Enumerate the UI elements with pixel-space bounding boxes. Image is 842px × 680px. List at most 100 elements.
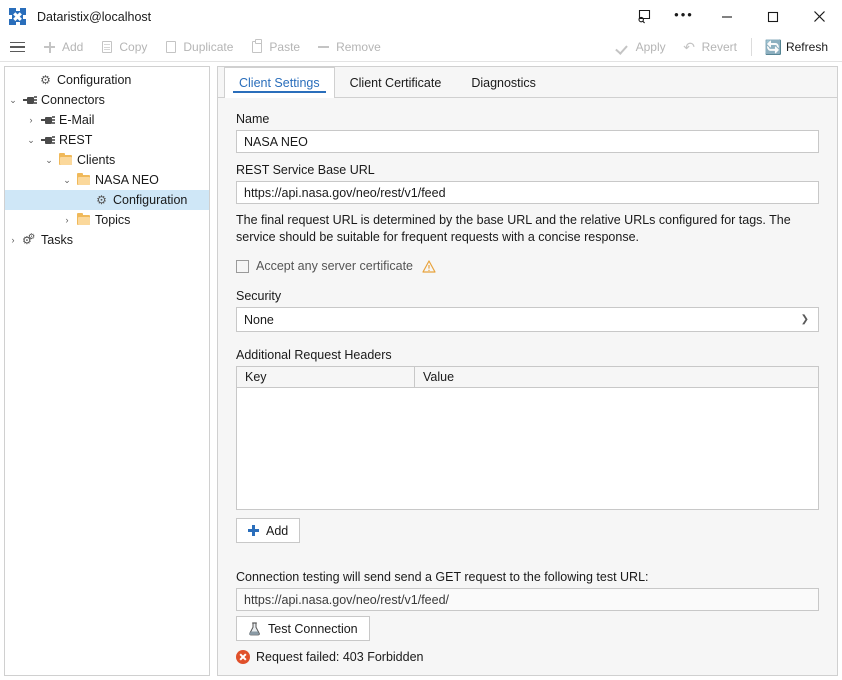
toolbar-copy-label: Copy bbox=[119, 40, 148, 54]
error-circle-icon bbox=[236, 650, 250, 664]
toolbar-refresh-label: Refresh bbox=[785, 40, 828, 54]
pane-splitter[interactable] bbox=[210, 66, 217, 676]
tree-item-connectors[interactable]: ⌄ Connectors bbox=[5, 90, 209, 110]
minus-icon bbox=[316, 40, 331, 55]
tree-twisty-collapsed[interactable]: › bbox=[59, 215, 75, 225]
tree-item-rest[interactable]: ⌄ REST bbox=[5, 130, 209, 150]
toolbar-apply-button[interactable]: Apply bbox=[608, 33, 674, 61]
table-header-row: Key Value bbox=[237, 367, 818, 388]
gear-icon: ⚙ bbox=[40, 73, 51, 87]
toolbar-duplicate-label: Duplicate bbox=[183, 40, 234, 54]
tab-client-certificate[interactable]: Client Certificate bbox=[335, 67, 457, 97]
content-panel: Client Settings Client Certificate Diagn… bbox=[217, 66, 838, 676]
toolbar-duplicate-button[interactable]: Duplicate bbox=[155, 33, 241, 61]
client-settings-form: Name NASA NEO REST Service Base URL http… bbox=[218, 98, 837, 675]
toolbar-add-button[interactable]: Add bbox=[34, 33, 91, 61]
tasks-icon: ⚙ ⚙ bbox=[22, 231, 36, 247]
tree-item-clients[interactable]: ⌄ Clients bbox=[5, 150, 209, 170]
security-select[interactable]: None ❯ bbox=[236, 307, 819, 332]
name-input[interactable]: NASA NEO bbox=[236, 130, 819, 153]
plus-icon bbox=[248, 525, 259, 536]
request-headers-table[interactable]: Key Value bbox=[236, 366, 819, 510]
headers-label: Additional Request Headers bbox=[236, 348, 392, 362]
toolbar-separator bbox=[750, 38, 752, 56]
tree-twisty-collapsed[interactable]: › bbox=[23, 115, 39, 125]
copy-icon bbox=[99, 40, 114, 55]
hamburger-menu-icon[interactable] bbox=[0, 33, 34, 61]
test-connection-button[interactable]: Test Connection bbox=[236, 616, 370, 641]
tree-item-nasa-neo[interactable]: ⌄ NASA NEO bbox=[5, 170, 209, 190]
table-body-empty[interactable] bbox=[237, 388, 818, 509]
base-url-help-text: The final request URL is determined by t… bbox=[236, 213, 791, 244]
gear-icon: ⚙ bbox=[96, 193, 107, 207]
toolbar-revert-button[interactable]: ↶ Revert bbox=[674, 33, 745, 61]
duplicate-icon bbox=[163, 40, 178, 55]
tree-twisty-expanded[interactable]: ⌄ bbox=[41, 155, 57, 166]
connection-result-row: Request failed: 403 Forbidden bbox=[236, 650, 819, 664]
name-input-value: NASA NEO bbox=[244, 134, 308, 149]
toolbar-copy-button[interactable]: Copy bbox=[91, 33, 155, 61]
add-header-button[interactable]: Add bbox=[236, 518, 301, 543]
folder-icon bbox=[75, 172, 92, 185]
accept-certificate-checkbox[interactable] bbox=[236, 259, 249, 273]
tree-item-label: REST bbox=[59, 133, 93, 147]
tree-item-label: Configuration bbox=[57, 73, 132, 87]
maximize-icon[interactable] bbox=[750, 0, 796, 33]
more-options-label: ••• bbox=[674, 7, 694, 22]
navigation-tree[interactable]: ⚙ Configuration ⌄ Connectors › E-Mail ⌄ … bbox=[4, 66, 210, 676]
tree-item-label: E-Mail bbox=[59, 113, 95, 127]
tab-bar: Client Settings Client Certificate Diagn… bbox=[218, 67, 837, 98]
tree-item-configuration-selected[interactable]: ⚙ Configuration bbox=[5, 190, 209, 210]
test-url-field[interactable]: https://api.nasa.gov/neo/rest/v1/feed/ bbox=[236, 588, 819, 611]
add-header-label: Add bbox=[266, 523, 289, 538]
main-body: ⚙ Configuration ⌄ Connectors › E-Mail ⌄ … bbox=[0, 62, 842, 680]
toolbar-paste-label: Paste bbox=[269, 40, 301, 54]
tree-item-email[interactable]: › E-Mail bbox=[5, 110, 209, 130]
folder-icon bbox=[57, 152, 74, 165]
folder-icon bbox=[75, 212, 92, 225]
name-label: Name bbox=[236, 112, 270, 126]
connector-icon bbox=[39, 116, 56, 125]
test-info-text: Connection testing will send send a GET … bbox=[236, 570, 649, 584]
tree-twisty-expanded[interactable]: ⌄ bbox=[59, 175, 75, 186]
refresh-icon: 🔄 bbox=[764, 39, 783, 55]
close-icon[interactable] bbox=[796, 0, 842, 33]
window-title: Dataristix@localhost bbox=[37, 9, 152, 24]
window-caption-buttons: ••• bbox=[624, 0, 842, 33]
tree-twisty-collapsed[interactable]: › bbox=[5, 235, 21, 245]
base-url-input[interactable]: https://api.nasa.gov/neo/rest/v1/feed bbox=[236, 181, 819, 204]
tree-item-label: Topics bbox=[95, 213, 131, 227]
toolbar-paste-button[interactable]: Paste bbox=[241, 33, 308, 61]
tree-item-topics[interactable]: › Topics bbox=[5, 210, 209, 230]
test-url-value: https://api.nasa.gov/neo/rest/v1/feed/ bbox=[244, 592, 449, 607]
title-bar: ✖ Dataristix@localhost ••• bbox=[0, 0, 842, 33]
toolbar-add-label: Add bbox=[62, 40, 84, 54]
column-header-value[interactable]: Value bbox=[415, 367, 818, 387]
toolbar-remove-button[interactable]: Remove bbox=[308, 33, 389, 61]
base-url-label: REST Service Base URL bbox=[236, 163, 375, 177]
toolbar-refresh-button[interactable]: 🔄 Refresh bbox=[758, 33, 836, 61]
security-label: Security bbox=[236, 289, 282, 303]
tab-diagnostics[interactable]: Diagnostics bbox=[456, 67, 551, 97]
snip-tool-icon[interactable] bbox=[624, 0, 664, 33]
tree-twisty-expanded[interactable]: ⌄ bbox=[23, 135, 39, 146]
connector-icon bbox=[39, 136, 56, 145]
tree-item-configuration-root[interactable]: ⚙ Configuration bbox=[5, 70, 209, 90]
tree-item-label: Tasks bbox=[41, 233, 73, 247]
accept-certificate-row[interactable]: Accept any server certificate bbox=[236, 259, 819, 273]
plus-icon bbox=[42, 40, 57, 55]
tree-twisty-expanded[interactable]: ⌄ bbox=[5, 95, 21, 106]
tab-client-settings[interactable]: Client Settings bbox=[224, 67, 335, 98]
tree-item-label: Clients bbox=[77, 153, 116, 167]
more-options-button[interactable]: ••• bbox=[664, 0, 704, 33]
flask-icon bbox=[248, 621, 261, 636]
connector-icon bbox=[21, 96, 38, 105]
column-header-key[interactable]: Key bbox=[237, 367, 415, 387]
minimize-icon[interactable] bbox=[704, 0, 750, 33]
accept-certificate-label: Accept any server certificate bbox=[256, 259, 414, 273]
tree-item-tasks[interactable]: › ⚙ ⚙ Tasks bbox=[5, 230, 209, 250]
